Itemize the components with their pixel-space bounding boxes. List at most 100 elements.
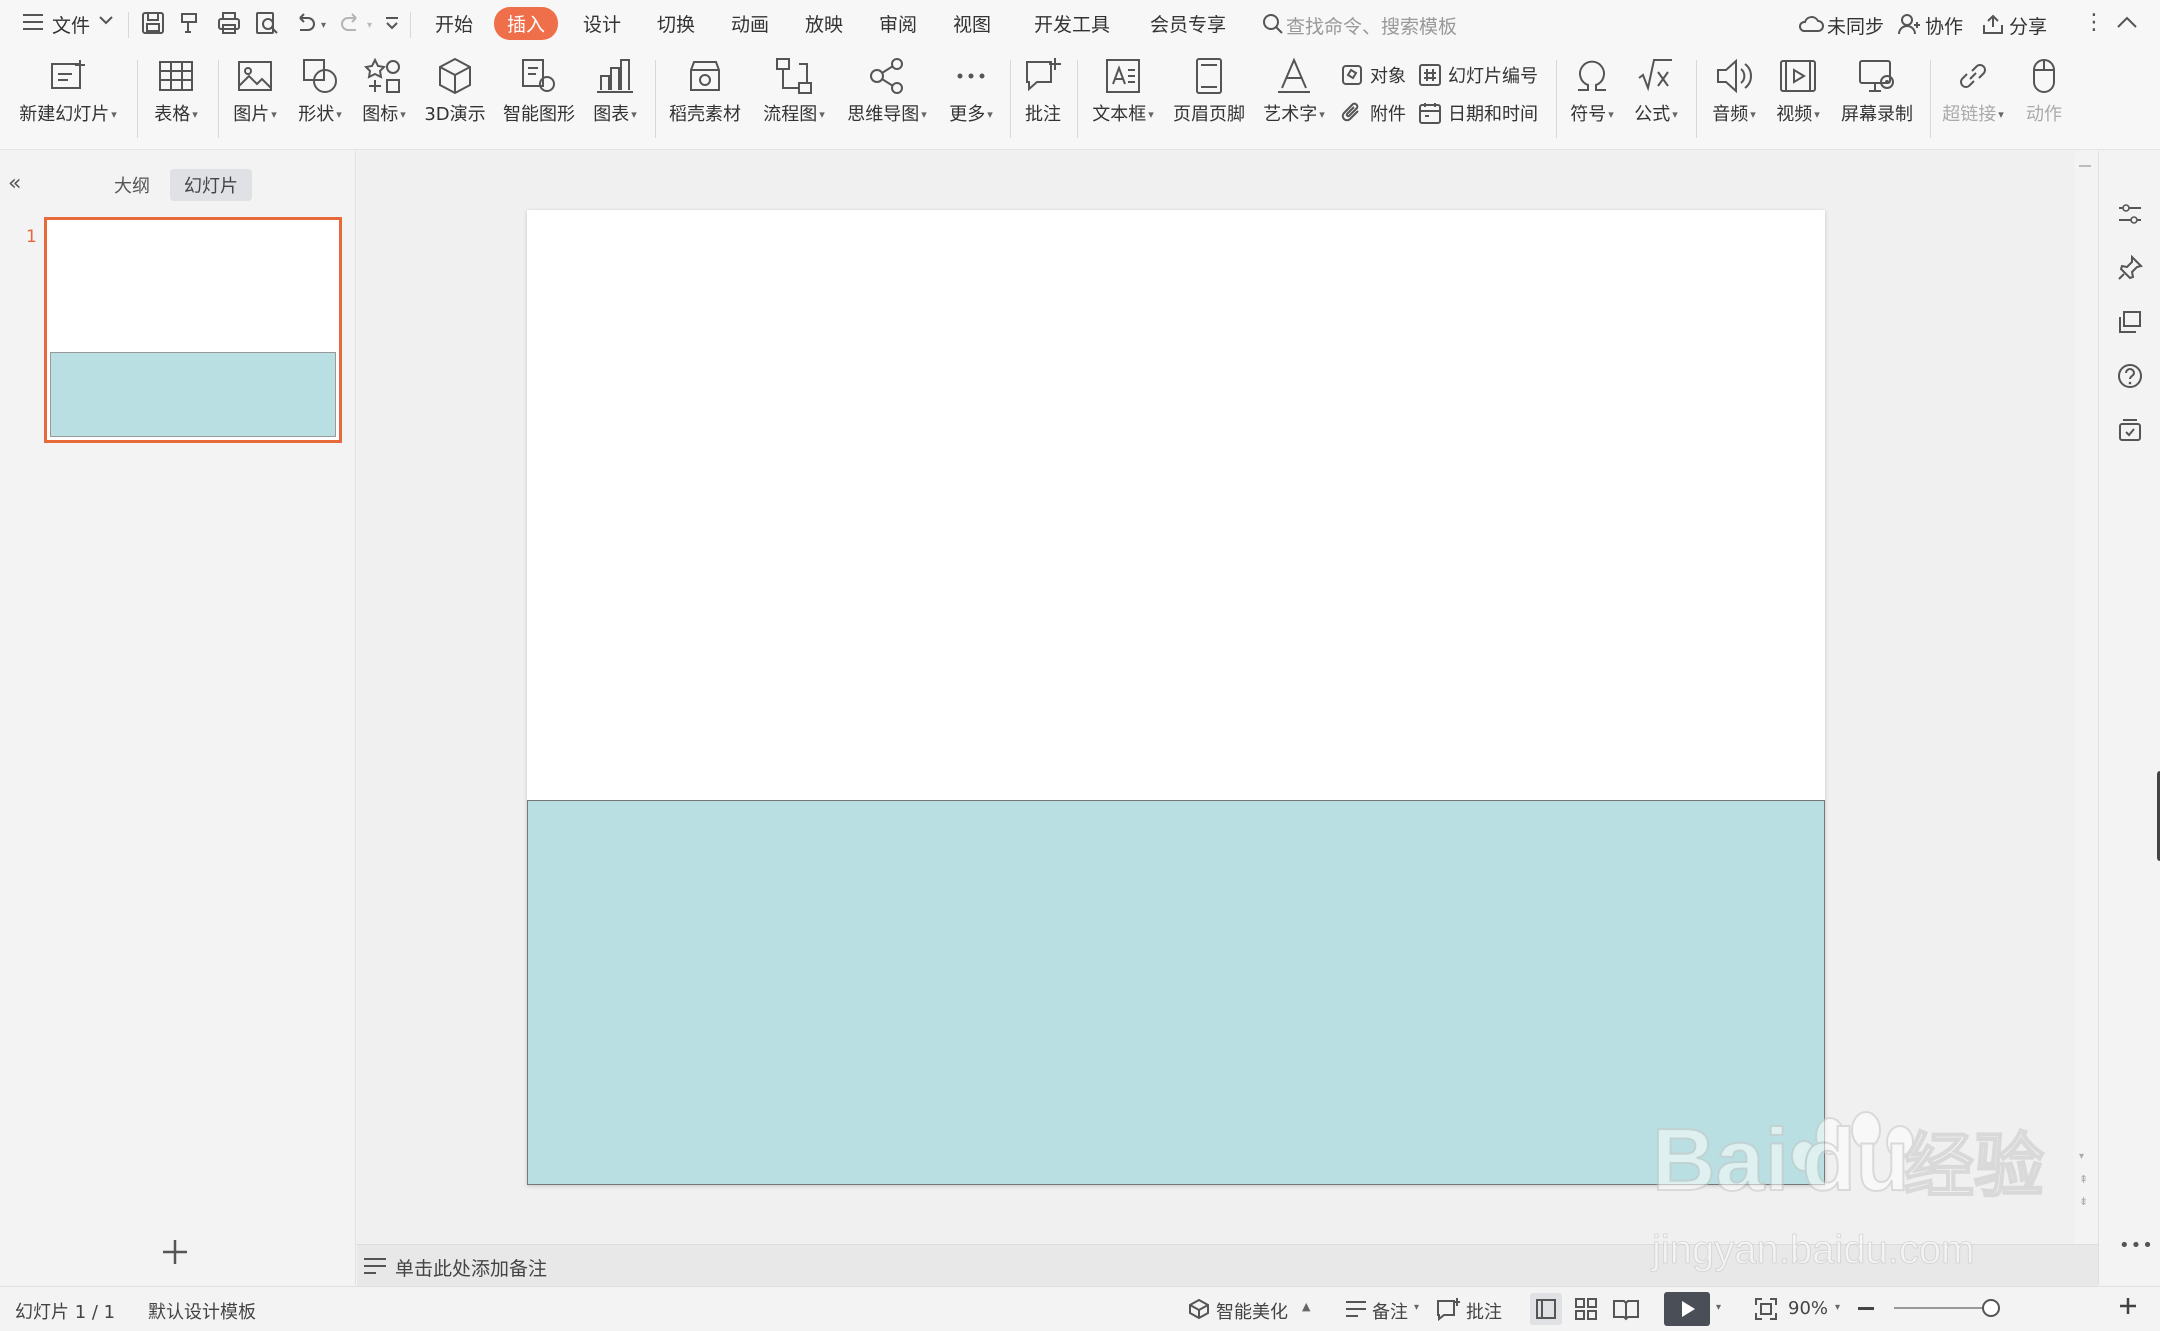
pin-icon[interactable] <box>2117 255 2143 281</box>
scroll-down-icon[interactable]: ▾ <box>2079 1151 2084 1162</box>
properties-icon[interactable] <box>2117 201 2143 227</box>
normal-view-button[interactable] <box>1530 1293 1562 1325</box>
tab-member[interactable]: 会员专享 <box>1150 10 1226 37</box>
notes-toggle-button[interactable]: 备注 <box>1372 1298 1408 1324</box>
video-button[interactable]: 视频 <box>1770 56 1826 126</box>
slideshow-dropdown-icon[interactable]: ▾ <box>1716 1302 1721 1313</box>
datetime-button[interactable]: 日期和时间 <box>1418 100 1538 126</box>
tab-developer[interactable]: 开发工具 <box>1034 10 1110 37</box>
picture-button[interactable]: 图片 <box>228 56 282 126</box>
slide-index: 1 <box>26 227 37 247</box>
notes-placeholder[interactable]: 单击此处添加备注 <box>395 1254 547 1281</box>
zoom-in-icon[interactable] <box>2118 1296 2138 1316</box>
vertical-scrollbar[interactable]: ▾ ⇞ ⇟ <box>2074 151 2096 1244</box>
collapse-panel-icon[interactable]: « <box>8 171 21 196</box>
chart-button[interactable]: 图表 <box>588 56 642 126</box>
sync-status[interactable]: 未同步 <box>1827 12 1884 39</box>
slide-canvas[interactable] <box>527 210 1825 1185</box>
smart-beautify-button[interactable]: 智能美化 <box>1216 1298 1288 1324</box>
collapse-ribbon-icon[interactable] <box>2117 16 2137 28</box>
slide-rectangle-shape[interactable] <box>527 800 1825 1185</box>
material-button[interactable]: 稻壳素材 <box>666 56 744 126</box>
shape-button[interactable]: 形状 <box>292 56 348 126</box>
undo-dropdown-icon[interactable]: ▾ <box>321 20 326 31</box>
comment-button[interactable]: 批注 <box>1020 56 1066 126</box>
formula-button[interactable]: 公式 <box>1628 56 1684 126</box>
slide-transition-icon[interactable] <box>2117 309 2143 335</box>
tab-review[interactable]: 审阅 <box>879 10 917 37</box>
more-button[interactable]: 更多 <box>942 56 1000 126</box>
next-slide-icon[interactable]: ⇟ <box>2079 1195 2088 1208</box>
tab-outline[interactable]: 大纲 <box>108 169 156 201</box>
reading-view-button[interactable] <box>1610 1293 1642 1325</box>
smart-beautify-caret-icon[interactable]: ▲ <box>1302 1300 1310 1313</box>
fit-window-icon[interactable] <box>1754 1297 1778 1321</box>
mindmap-button[interactable]: 思维导图 <box>842 56 932 126</box>
backup-icon[interactable] <box>2117 417 2143 443</box>
template-name[interactable]: 默认设计模板 <box>148 1298 256 1324</box>
collab-icon <box>1898 13 1920 35</box>
textbox-button[interactable]: 文本框 <box>1088 56 1158 126</box>
redo-dropdown-icon[interactable]: ▾ <box>367 20 372 31</box>
slide-thumbnail[interactable] <box>44 217 342 443</box>
3d-button[interactable]: 3D演示 <box>420 56 490 126</box>
tab-slides[interactable]: 幻灯片 <box>170 169 252 201</box>
redo-icon[interactable] <box>338 10 366 38</box>
zoom-dropdown-icon[interactable]: ▾ <box>1835 1302 1840 1313</box>
format-painter-icon[interactable] <box>178 10 206 38</box>
more-vertical-icon[interactable]: ⋮ <box>2083 10 2105 35</box>
tab-insert[interactable]: 插入 <box>494 7 559 40</box>
flowchart-button[interactable]: 流程图 <box>757 56 831 126</box>
object-button[interactable]: 对象 <box>1340 62 1406 88</box>
save-icon[interactable] <box>140 10 168 38</box>
notes-dropdown-icon[interactable]: ▾ <box>1414 1302 1419 1313</box>
zoom-slider-thumb[interactable] <box>1982 1299 2000 1317</box>
zoom-slider[interactable] <box>1894 1299 2000 1317</box>
add-slide-icon[interactable] <box>160 1237 190 1267</box>
notes-bar[interactable]: 单击此处添加备注 <box>357 1244 2098 1286</box>
action-button[interactable]: 动作 <box>2016 56 2072 126</box>
header-footer-button[interactable]: 页眉页脚 <box>1168 56 1250 126</box>
comments-toggle-button[interactable]: 批注 <box>1466 1298 1502 1324</box>
slide-count: 幻灯片 1 / 1 <box>15 1302 116 1323</box>
attachment-button[interactable]: 附件 <box>1340 100 1406 126</box>
print-icon[interactable] <box>216 10 244 38</box>
hamburger-icon[interactable] <box>22 12 44 32</box>
help-icon[interactable] <box>2117 363 2143 389</box>
slide-number-button[interactable]: 幻灯片编号 <box>1418 62 1538 88</box>
material-shop-icon <box>685 56 725 96</box>
paperclip-icon <box>1341 102 1359 122</box>
tab-transition[interactable]: 切换 <box>657 10 695 37</box>
smartart-button[interactable]: 智能图形 <box>500 56 578 126</box>
collab-button[interactable]: 协作 <box>1925 12 1963 39</box>
search-input[interactable]: 查找命令、搜索模板 <box>1286 12 1457 39</box>
share-button[interactable]: 分享 <box>2009 12 2047 39</box>
zoom-out-icon[interactable] <box>1858 1307 1874 1310</box>
tab-home[interactable]: 开始 <box>435 10 473 37</box>
zoom-level[interactable]: 90% <box>1788 1298 1828 1319</box>
chevron-down-icon[interactable] <box>99 16 113 26</box>
symbol-button[interactable]: 符号 <box>1564 56 1620 126</box>
wordart-button[interactable]: 艺术字 <box>1258 56 1330 126</box>
icon-library-button[interactable]: 图标 <box>356 56 412 126</box>
audio-button[interactable]: 音频 <box>1706 56 1762 126</box>
tab-animation[interactable]: 动画 <box>731 10 769 37</box>
tab-design[interactable]: 设计 <box>583 10 621 37</box>
tab-slideshow[interactable]: 放映 <box>805 10 843 37</box>
slide-editing-area <box>357 151 2075 1244</box>
screen-record-button[interactable]: 屏幕录制 <box>1836 56 1918 126</box>
table-button[interactable]: 表格 <box>148 56 204 126</box>
undo-icon[interactable] <box>292 10 320 38</box>
new-slide-button[interactable]: 新建幻灯片 <box>14 56 122 126</box>
more-dots-icon <box>951 56 991 96</box>
more-options-icon[interactable]: ••• <box>2119 1235 2154 1256</box>
wordart-icon <box>1274 56 1314 96</box>
play-slideshow-button[interactable] <box>1664 1292 1710 1326</box>
customize-toolbar-icon[interactable] <box>379 10 407 38</box>
slide-sorter-button[interactable] <box>1570 1293 1602 1325</box>
tab-view[interactable]: 视图 <box>953 10 991 37</box>
print-preview-icon[interactable] <box>254 10 282 38</box>
prev-slide-icon[interactable]: ⇞ <box>2079 1173 2088 1186</box>
hyperlink-button[interactable]: 超链接 <box>1938 56 2008 126</box>
file-menu[interactable]: 文件 <box>52 11 90 38</box>
